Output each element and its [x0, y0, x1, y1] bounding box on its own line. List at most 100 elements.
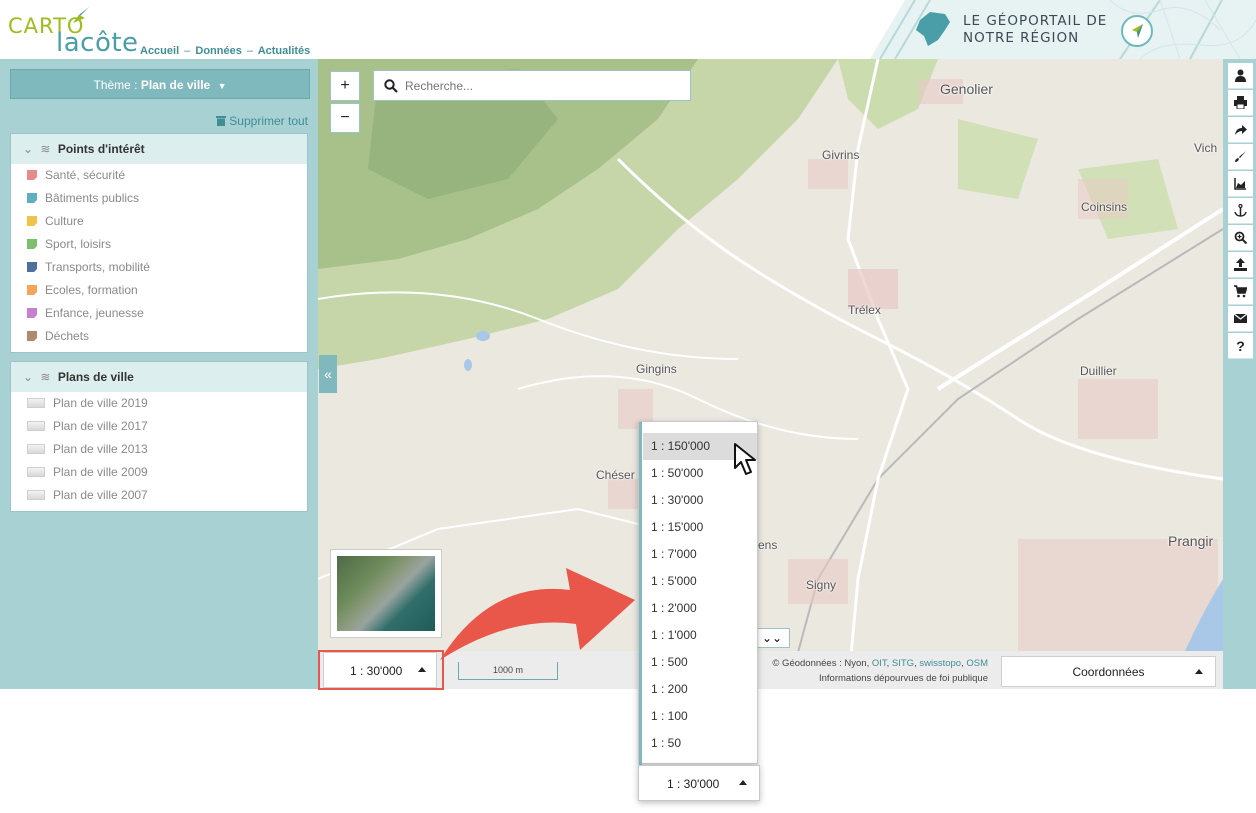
layer-group-header[interactable]: ⌄ ≋ Points d'intérêt: [11, 134, 307, 164]
layer-item-label: Bâtiments publics: [45, 191, 140, 205]
mail-button[interactable]: [1228, 306, 1253, 332]
anchor-button[interactable]: [1228, 198, 1253, 224]
nav-accueil-link[interactable]: Accueil: [140, 45, 179, 57]
banner-title: LE GÉOPORTAIL DE NOTRE RÉGION: [963, 13, 1123, 47]
cart-icon: [1234, 285, 1247, 298]
coordinates-label: Coordonnées: [1072, 665, 1145, 679]
layer-group-plans-de-ville: ⌄ ≋ Plans de ville Plan de ville 2019 Pl…: [10, 361, 308, 512]
map-credits: © Géodonnées : Nyon, OIT, SITG, swisstop…: [740, 656, 988, 686]
print-icon: [1234, 96, 1247, 109]
draw-button[interactable]: [1228, 144, 1253, 170]
zoom-in-button[interactable]: +: [330, 71, 360, 101]
map-thumbnail-icon: [27, 444, 45, 454]
credits-line1: © Géodonnées : Nyon, OIT, SITG, swisstop…: [772, 658, 988, 669]
clear-all-button[interactable]: Supprimer tout: [215, 114, 308, 128]
layer-item-transports-mobilite[interactable]: Transports, mobilité: [11, 256, 307, 279]
scale-select-zoomed[interactable]: 1 : 30'000: [638, 765, 760, 801]
scale-option[interactable]: 1 : 7'000: [643, 541, 757, 568]
scale-option[interactable]: 1 : 200: [643, 676, 757, 703]
layer-item-plan-2017[interactable]: Plan de ville 2017: [11, 415, 307, 438]
layer-item-ecoles-formation[interactable]: Ecoles, formation: [11, 279, 307, 302]
mouse-pointer-icon: [734, 443, 756, 475]
coordinates-select[interactable]: Coordonnées: [1001, 656, 1216, 687]
layer-item-plan-2013[interactable]: Plan de ville 2013: [11, 438, 307, 461]
scale-option[interactable]: 1 : 5'000: [643, 568, 757, 595]
search-box[interactable]: [373, 70, 691, 101]
layer-item-plan-2009[interactable]: Plan de ville 2009: [11, 461, 307, 484]
layer-item-culture[interactable]: Culture: [11, 210, 307, 233]
scale-option[interactable]: 1 : 15'000: [643, 514, 757, 541]
compass-icon[interactable]: [1121, 15, 1153, 47]
layer-item-label: Transports, mobilité: [45, 260, 150, 274]
zoom-in-icon: [1234, 231, 1247, 244]
basemap-switcher-thumbnail[interactable]: [330, 549, 442, 638]
scale-option[interactable]: 1 : 50: [643, 730, 757, 757]
nav-separator: –: [184, 45, 191, 57]
nav-actualites-link[interactable]: Actualités: [258, 45, 311, 57]
caret-up-icon: [1195, 669, 1203, 674]
callout-arrow-graphic: [440, 568, 635, 660]
user-button[interactable]: [1228, 63, 1253, 89]
place-label-coinsins: Coinsins: [1081, 200, 1128, 214]
clear-all-label: Supprimer tout: [229, 114, 308, 128]
place-label-trelex: Trélex: [848, 303, 881, 317]
layer-item-enfance-jeunesse[interactable]: Enfance, jeunesse: [11, 302, 307, 325]
upload-button[interactable]: [1228, 252, 1253, 278]
place-label-duillier: Duillier: [1080, 364, 1117, 378]
place-label-ens: ens: [758, 538, 778, 552]
layer-item-plan-2007[interactable]: Plan de ville 2007: [11, 484, 307, 507]
profile-button[interactable]: [1228, 171, 1253, 197]
layer-item-label: Plan de ville 2017: [53, 419, 148, 433]
layer-item-dechets[interactable]: Déchets: [11, 325, 307, 348]
search-input[interactable]: [405, 77, 675, 95]
collapse-sidebar-button[interactable]: «: [319, 355, 337, 393]
zoom-search-button[interactable]: [1228, 225, 1253, 251]
scale-option[interactable]: 1 : 1'000: [643, 622, 757, 649]
credits-link-swisstopo[interactable]: swisstopo: [919, 658, 961, 669]
aerial-thumbnail-image: [337, 556, 435, 631]
chevron-down-icon: ⌄: [23, 142, 34, 156]
cart-button[interactable]: [1228, 279, 1253, 305]
carto-lacote-logo[interactable]: CARTO lacôte: [8, 6, 138, 58]
layers-sidebar: Thème : Plan de ville ▼ Supprimer tout ⌄…: [0, 59, 318, 689]
scale-select-highlight-box: [318, 650, 444, 690]
theme-selector-button[interactable]: Thème : Plan de ville ▼: [10, 69, 310, 99]
layer-item-sante-securite[interactable]: Santé, sécurité: [11, 164, 307, 187]
zoom-out-button[interactable]: −: [330, 103, 360, 133]
logo-flag-icon: [73, 7, 89, 23]
layer-item-label: Déchets: [45, 329, 90, 343]
scale-select-value: 1 : 30'000: [667, 777, 720, 791]
marker-icon: [27, 262, 37, 272]
layer-item-sport-loisirs[interactable]: Sport, loisirs: [11, 233, 307, 256]
user-icon: [1235, 69, 1246, 82]
nav-donnees-link[interactable]: Données: [195, 45, 241, 57]
layer-item-batiments-publics[interactable]: Bâtiments publics: [11, 187, 307, 210]
credits-link-oit[interactable]: OIT: [872, 658, 887, 669]
theme-value: Plan de ville: [140, 78, 211, 92]
print-button[interactable]: [1228, 90, 1253, 116]
credits-link-osm[interactable]: OSM: [966, 658, 988, 669]
layer-item-plan-2019[interactable]: Plan de ville 2019: [11, 392, 307, 415]
caret-down-icon: ▼: [217, 81, 227, 91]
map-thumbnail-icon: [27, 467, 45, 477]
map-thumbnail-icon: [27, 421, 45, 431]
banner-title-line1: LE GÉOPORTAIL DE: [963, 13, 1108, 29]
scale-option[interactable]: 1 : 500: [643, 649, 757, 676]
layer-group-header[interactable]: ⌄ ≋ Plans de ville: [11, 362, 307, 392]
place-label-givrins: Givrins: [822, 148, 860, 162]
expand-panel-button[interactable]: ⌄⌄: [754, 628, 790, 648]
share-button[interactable]: [1228, 117, 1253, 143]
layer-item-label: Sport, loisirs: [45, 237, 112, 251]
layer-item-label: Culture: [45, 214, 84, 228]
marker-icon: [27, 285, 37, 295]
scale-option[interactable]: 1 : 100: [643, 703, 757, 730]
marker-icon: [27, 331, 37, 341]
place-label-genolier: Genolier: [940, 81, 993, 97]
credits-link-sitg[interactable]: SITG: [892, 658, 914, 669]
scale-option[interactable]: 1 : 2'000: [643, 595, 757, 622]
help-button[interactable]: ?: [1228, 333, 1253, 359]
credits-prefix: © Géodonnées : Nyon,: [772, 658, 870, 669]
scale-option[interactable]: 1 : 30'000: [643, 487, 757, 514]
layer-group-title: Plans de ville: [57, 370, 134, 384]
layer-item-label: Enfance, jeunesse: [45, 306, 144, 320]
